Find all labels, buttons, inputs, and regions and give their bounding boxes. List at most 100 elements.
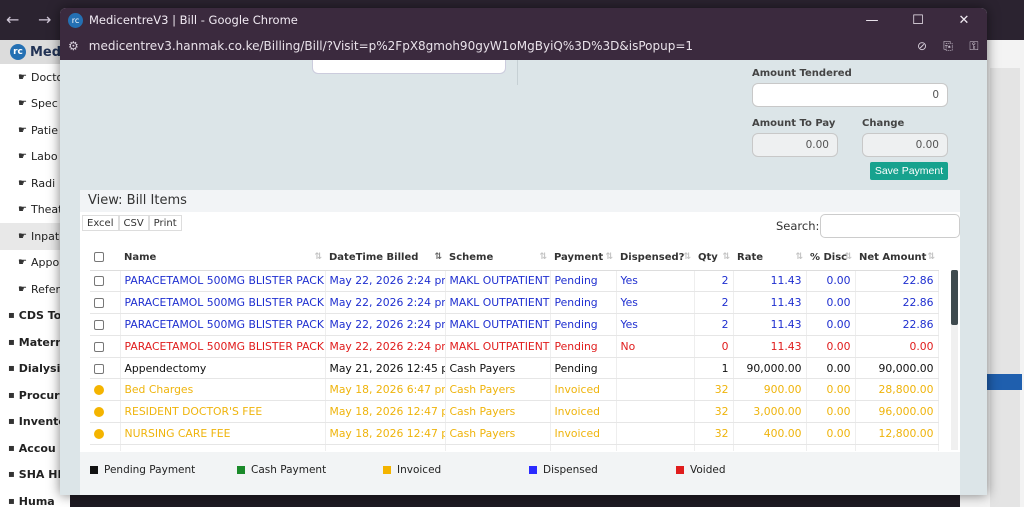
cell-name: PARACETAMOL 500MG BLISTER PACK (120, 313, 326, 336)
cell-disc: 0.00 (806, 400, 856, 424)
top-input-fragment[interactable] (312, 60, 506, 74)
row-checkbox[interactable] (94, 341, 104, 352)
table-row[interactable]: RESIDENT DOCTOR'S FEE May 18, 2026 12:47 … (90, 400, 939, 424)
legend-swatch-icon (90, 466, 98, 474)
sort-icon[interactable]: ⇅ (795, 252, 803, 262)
csv-button[interactable]: CSV (118, 215, 149, 231)
cell-rate: 11.82 (733, 444, 807, 451)
legend-swatch-icon (676, 466, 684, 474)
table-row[interactable]: AppendectomyMay 21, 2026 12:45 pmCash Pa… (90, 357, 939, 380)
window-title: MedicentreV3 | Bill - Google Chrome (89, 13, 298, 27)
amount-to-pay-field: 0.00 (752, 133, 838, 157)
cell-payment: Pending (550, 444, 617, 451)
sort-icon[interactable]: ⇅ (605, 252, 613, 262)
select-all-checkbox[interactable] (94, 252, 104, 263)
sort-desc-icon[interactable]: ⇅ (434, 252, 442, 262)
col-dispensed[interactable]: Dispensed? ⇅ (616, 246, 694, 271)
row-marker-cell[interactable] (90, 335, 121, 358)
row-marker-cell[interactable] (90, 291, 121, 315)
legend-item: Pending Payment (90, 464, 195, 476)
url-text[interactable]: medicentrev3.hanmak.co.ke/Billing/Bill/?… (89, 39, 909, 53)
amount-tendered-input[interactable]: 0 (752, 83, 948, 107)
maximize-icon[interactable]: ☐ (895, 13, 941, 28)
cell-name: RESIDENT DOCTOR'S FEE (120, 400, 326, 424)
search-input[interactable] (820, 214, 960, 238)
table-row[interactable]: NURSING CARE FEEMay 18, 2026 12:47 pmCas… (90, 422, 939, 445)
legend-label: Cash Payment (251, 464, 327, 476)
table-row[interactable]: LONARTJun 25, 2026 3:04 pmMAKL OUTPATIEN… (90, 444, 939, 451)
row-checkbox[interactable] (94, 363, 104, 374)
table-row[interactable]: Bed Charges May 18, 2026 6:47 pm Cash Paye… (90, 378, 939, 402)
cell-qty: 0 (694, 335, 734, 358)
cell-disc: 0.00 (806, 313, 856, 336)
cell-disc: 0.00 (806, 357, 856, 380)
row-marker-cell[interactable] (90, 313, 121, 336)
key-icon[interactable]: ⚿ (961, 39, 987, 54)
menu-section-icon: ▪ (8, 389, 15, 401)
cell-rate: 900.00 (733, 378, 807, 402)
cell-qty: 2 (694, 313, 734, 336)
row-marker-cell (90, 422, 121, 445)
camera-blocked-icon[interactable]: ⊘ (909, 39, 935, 53)
close-icon[interactable]: ✕ (941, 13, 987, 28)
select-all-header[interactable] (90, 246, 120, 271)
row-marker-cell[interactable] (90, 357, 121, 380)
legend-label: Pending Payment (104, 464, 196, 476)
site-settings-icon[interactable]: ⚙ (68, 39, 79, 53)
cell-qty: 32 (694, 422, 734, 445)
sort-icon[interactable]: ⇅ (722, 252, 730, 262)
col-name[interactable]: Name ⇅ (120, 246, 325, 271)
pointing-hand-icon: ☛ (18, 230, 27, 242)
sort-icon[interactable]: ⇅ (927, 252, 935, 262)
col-payment[interactable]: Payment ⇅ (550, 246, 616, 271)
cell-disc: 0.00 (806, 335, 856, 358)
scrollbar-thumb[interactable] (951, 270, 958, 325)
cell-qty: 2 (694, 291, 734, 315)
table-row[interactable]: PARACETAMOL 500MG BLISTER PACK May 22, 20… (90, 291, 939, 315)
forward-arrow-icon[interactable]: → (38, 10, 51, 29)
sidebar-item-label: Appo (30, 256, 60, 270)
table-scrollbar[interactable] (951, 270, 958, 450)
cell-dispensed: Yes (616, 270, 695, 293)
bill-page: Amount Tendered 0 Amount To Pay 0.00 Cha… (80, 60, 960, 495)
save-payment-button[interactable]: Save Payment (870, 162, 948, 180)
table-row[interactable]: PARACETAMOL 500MG BLISTER PACK May 22, 20… (90, 335, 939, 358)
row-checkbox[interactable] (94, 298, 104, 309)
cell-datetime: May 18, 2026 12:47 pm (325, 422, 446, 445)
print-button[interactable]: Print (148, 215, 182, 231)
row-marker-cell[interactable] (90, 444, 121, 451)
sidebar-item-label: Docto (30, 70, 64, 84)
col-scheme[interactable]: Scheme ⇅ (445, 246, 550, 271)
table-row[interactable]: PARACETAMOL 500MG BLISTER PACK May 22, 20… (90, 313, 939, 336)
row-checkbox[interactable] (94, 319, 104, 330)
cell-scheme: Cash Payers (445, 357, 551, 380)
cell-net-amount: 0.00 (855, 335, 939, 358)
menu-section-icon: ▪ (8, 416, 15, 428)
pointing-hand-icon: ☛ (18, 151, 27, 163)
install-app-icon[interactable]: ⎘ (935, 39, 961, 54)
excel-button[interactable]: Excel (82, 215, 119, 231)
sort-icon[interactable]: ⇅ (539, 252, 547, 262)
back-arrow-icon[interactable]: ← (6, 10, 19, 29)
minimize-icon[interactable]: — (849, 13, 895, 28)
cell-qty: 32 (694, 378, 734, 402)
cell-payment: Pending (550, 291, 617, 315)
sort-icon[interactable]: ⇅ (314, 252, 322, 262)
sort-icon[interactable]: ⇅ (844, 252, 852, 262)
cell-scheme: MAKL OUTPATIENT (445, 444, 551, 451)
menu-section-icon: ▪ (8, 495, 15, 507)
table-row[interactable]: PARACETAMOL 500MG BLISTER PACK May 22, 20… (90, 270, 939, 293)
col-datetime-billed[interactable]: DateTime Billed ⇅ (325, 246, 445, 271)
cell-scheme: Cash Payers (445, 400, 551, 424)
cell-name: Bed Charges (120, 378, 326, 402)
col-net-amount[interactable]: Net Amount ⇅ (855, 246, 938, 271)
row-marker-cell[interactable] (90, 270, 121, 293)
col-disc[interactable]: % Disc ⇅ (806, 246, 855, 271)
col-rate[interactable]: Rate ⇅ (733, 246, 806, 271)
col-qty[interactable]: Qty ⇅ (694, 246, 733, 271)
cell-qty: 0 (694, 444, 734, 451)
sort-icon[interactable]: ⇅ (683, 252, 691, 262)
legend-swatch-icon (237, 466, 245, 474)
row-checkbox[interactable] (94, 276, 104, 287)
cell-name: Appendectomy (120, 357, 326, 380)
